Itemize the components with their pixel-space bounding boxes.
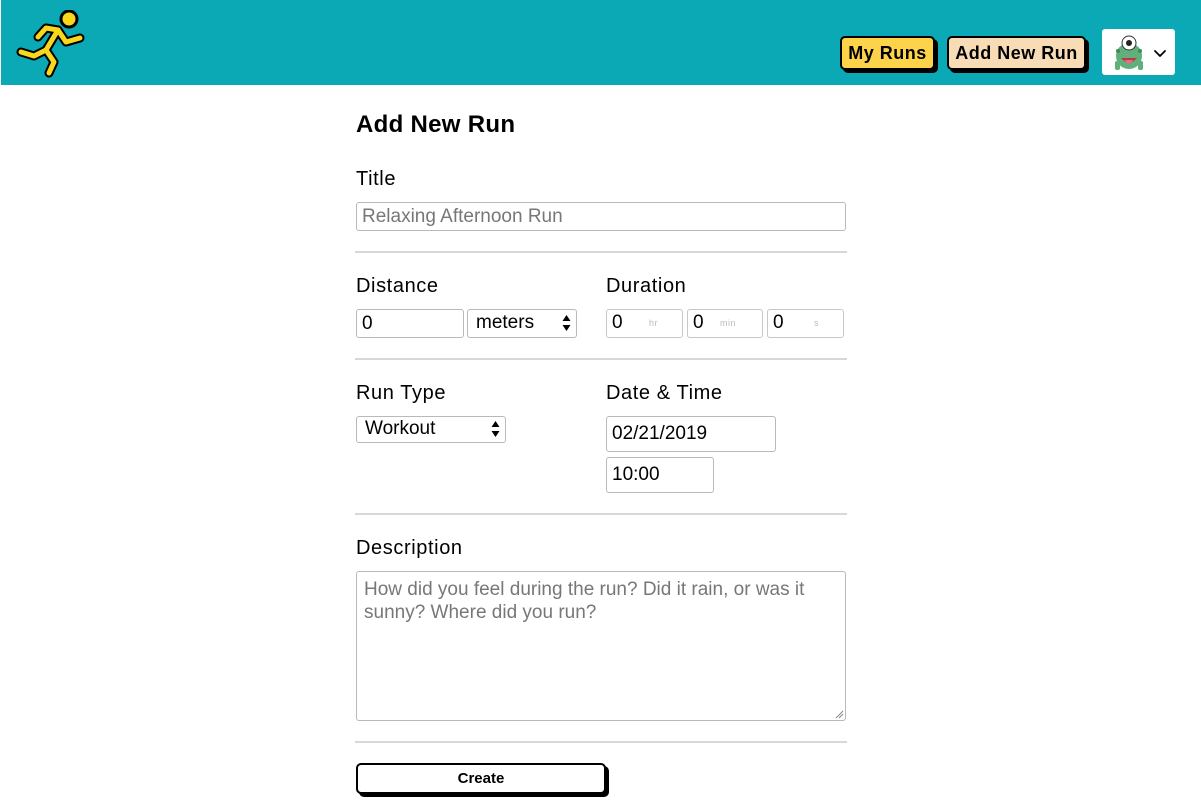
run-type-value: Workout (365, 418, 436, 439)
divider (355, 741, 847, 743)
user-menu[interactable] (1102, 29, 1175, 75)
date-input[interactable] (606, 416, 776, 452)
divider (355, 513, 847, 515)
duration-minutes-input[interactable]: 0 min (687, 309, 763, 338)
run-type-label: Run Type (356, 382, 447, 404)
divider (355, 358, 847, 360)
date-time-label: Date & Time (606, 382, 723, 404)
top-nav-bar: My Runs Add New Run (1, 0, 1201, 85)
distance-unit-value: meters (476, 312, 535, 333)
divider (355, 251, 847, 253)
monster-avatar-icon (1115, 35, 1143, 70)
run-type-select[interactable]: Workout (356, 416, 506, 443)
running-person-icon[interactable] (16, 9, 88, 78)
hours-hint: hr (649, 318, 659, 328)
chevron-down-icon (1154, 50, 1166, 57)
duration-seconds-value: 0 (773, 312, 784, 333)
seconds-hint: s (814, 318, 819, 328)
title-label: Title (356, 168, 397, 190)
duration-seconds-input[interactable]: 0 s (767, 309, 844, 338)
add-new-run-button[interactable]: Add New Run (947, 36, 1086, 70)
resize-handle-icon[interactable] (835, 710, 844, 719)
description-textarea[interactable] (356, 571, 846, 721)
description-label: Description (356, 537, 463, 559)
distance-input[interactable] (356, 309, 464, 338)
time-input[interactable] (606, 457, 714, 493)
minutes-hint: min (720, 318, 737, 328)
my-runs-button[interactable]: My Runs (840, 36, 935, 70)
page-title: Add New Run (356, 111, 516, 138)
select-arrows-icon (491, 421, 500, 437)
title-input[interactable] (356, 202, 846, 231)
duration-hours-input[interactable]: 0 hr (606, 309, 683, 338)
duration-hours-value: 0 (612, 312, 623, 333)
create-button[interactable]: Create (356, 763, 606, 794)
distance-unit-select[interactable]: meters (467, 309, 577, 338)
duration-minutes-value: 0 (693, 312, 704, 333)
distance-label: Distance (356, 275, 439, 297)
duration-label: Duration (606, 275, 687, 297)
select-arrows-icon (562, 315, 571, 331)
